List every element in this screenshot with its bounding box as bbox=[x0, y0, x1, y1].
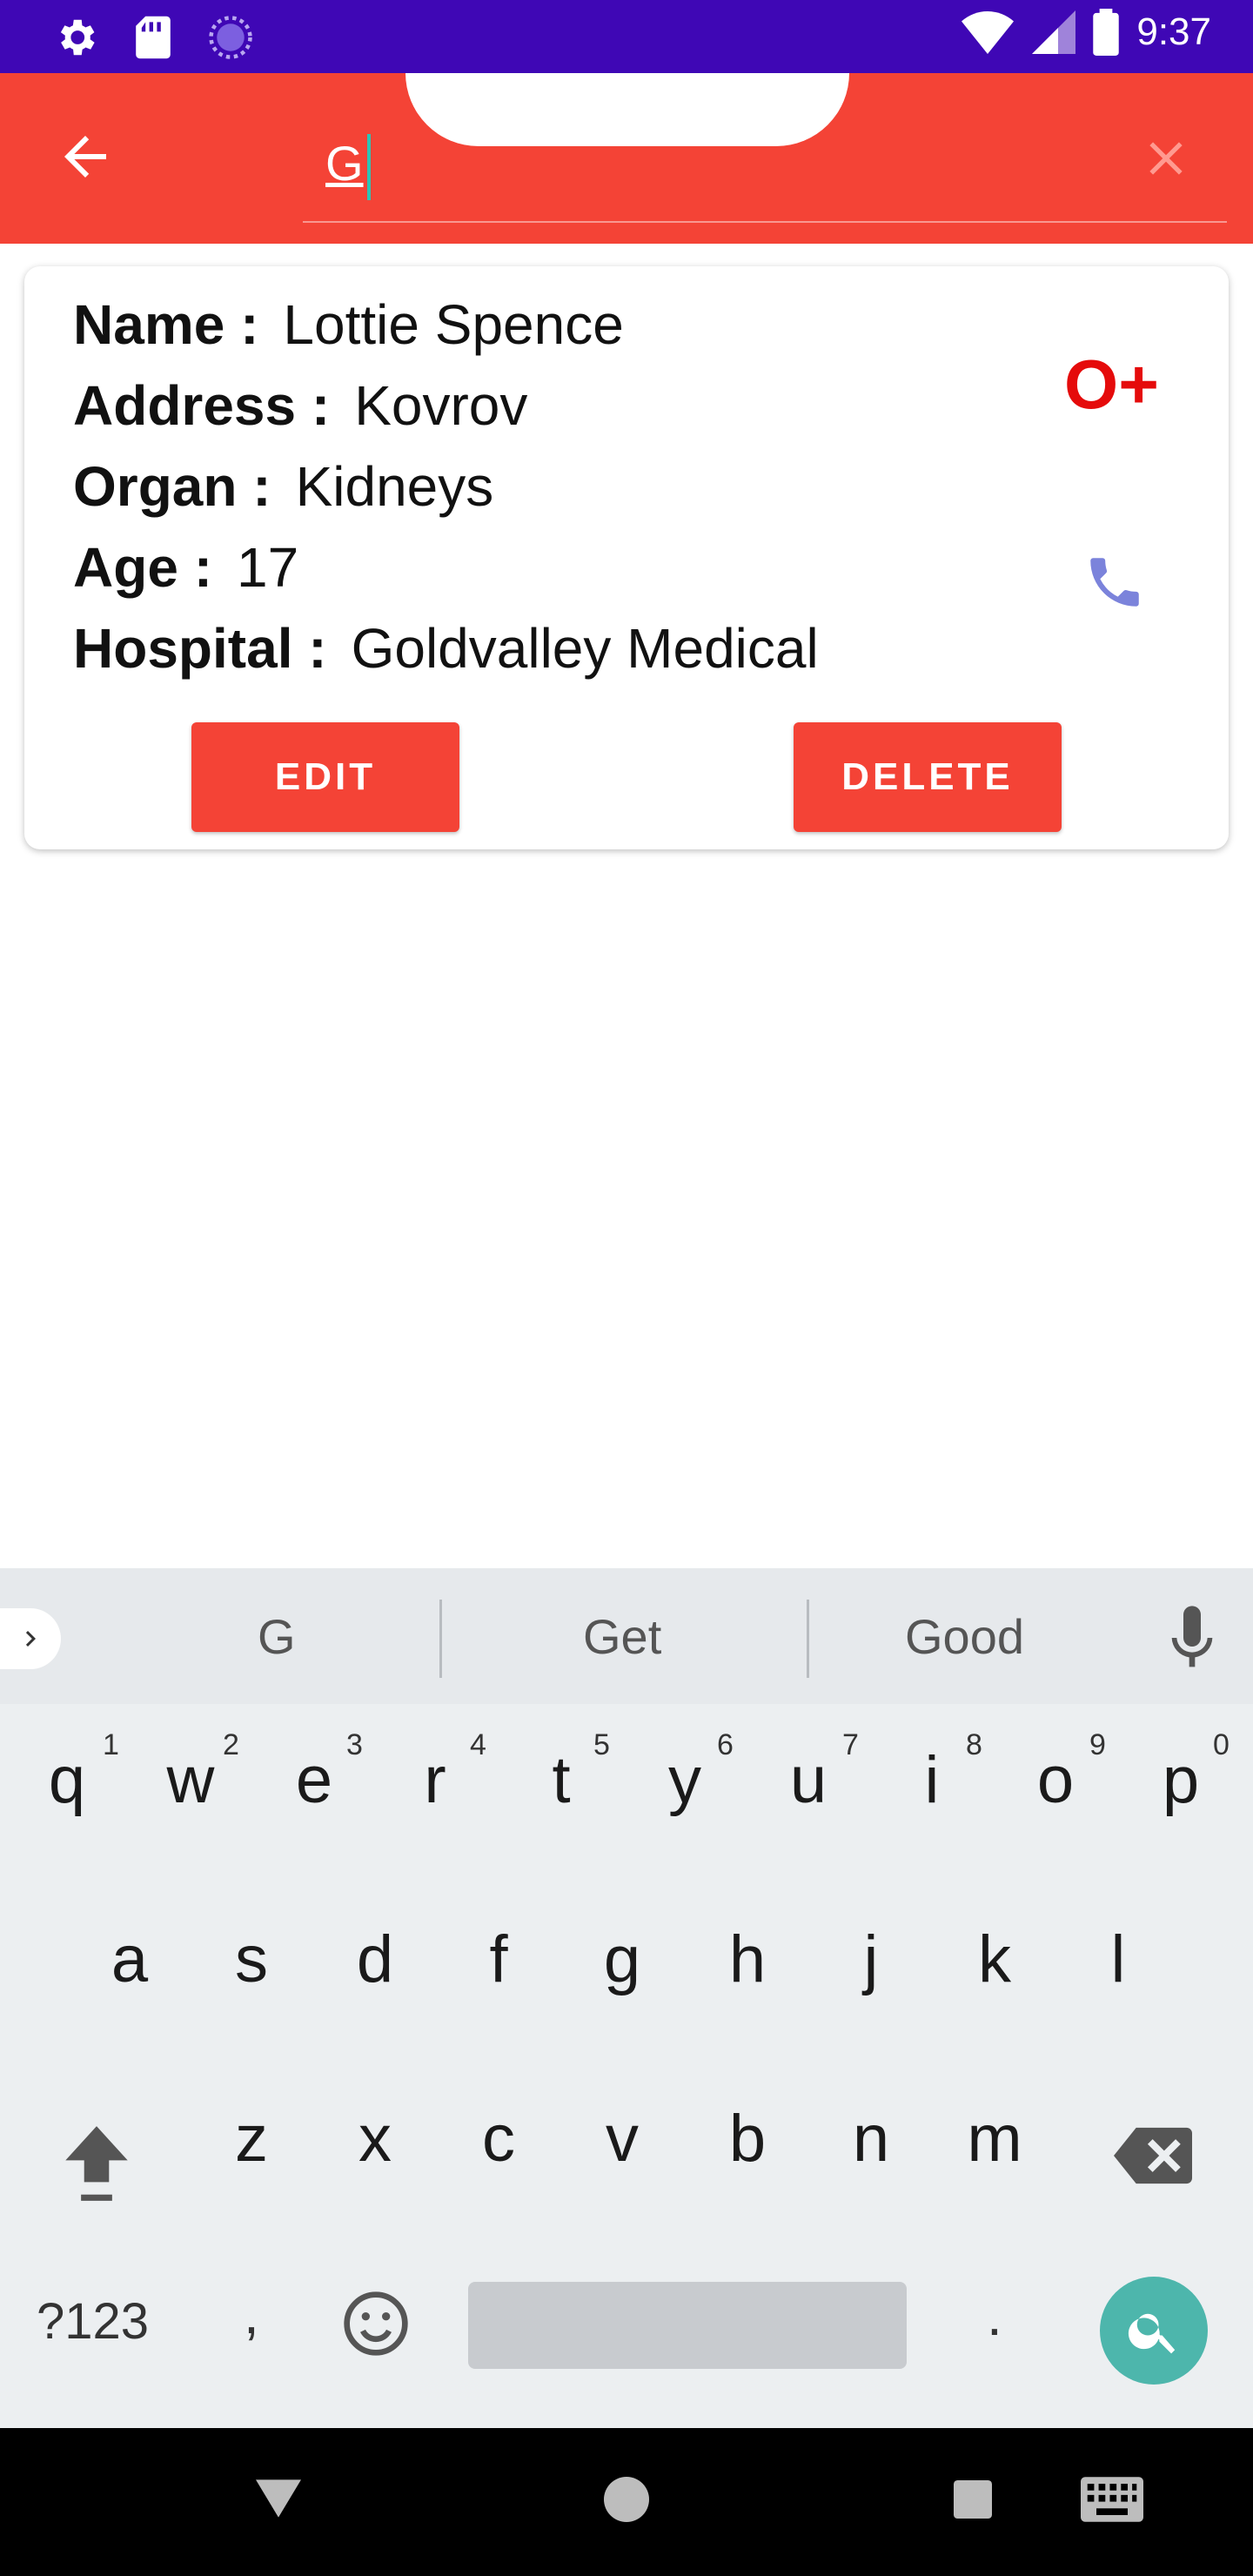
sync-icon bbox=[209, 16, 252, 59]
hospital-row: Hospital : Goldvalley Medical bbox=[73, 616, 819, 681]
arrow-left-icon[interactable] bbox=[54, 125, 117, 188]
emoji-icon[interactable] bbox=[341, 2289, 411, 2358]
key-hint: 7 bbox=[842, 1728, 859, 1761]
edit-button[interactable]: EDIT bbox=[191, 722, 459, 832]
key-hint: 5 bbox=[593, 1728, 610, 1761]
sd-card-icon bbox=[136, 16, 171, 59]
key-y[interactable]: y bbox=[646, 1742, 724, 1818]
key-hint: 4 bbox=[470, 1728, 486, 1761]
name-row: Name : Lottie Spence bbox=[73, 292, 624, 357]
shift-icon[interactable] bbox=[57, 2120, 136, 2207]
clock: 9:37 bbox=[1136, 10, 1211, 53]
period-key[interactable]: . bbox=[987, 2284, 1002, 2348]
settings-icon bbox=[60, 19, 95, 56]
key-m[interactable]: m bbox=[955, 2101, 1034, 2177]
organ-value: Kidneys bbox=[295, 455, 494, 518]
key-z[interactable]: z bbox=[212, 2101, 291, 2177]
signal-icon bbox=[1032, 10, 1076, 54]
suggestion-3[interactable]: Good bbox=[905, 1608, 1024, 1665]
age-label: Age : bbox=[73, 536, 212, 599]
key-t[interactable]: t bbox=[522, 1742, 600, 1818]
age-row: Age : 17 bbox=[73, 535, 298, 600]
keyboard-icon[interactable] bbox=[1081, 2477, 1143, 2522]
delete-button[interactable]: DELETE bbox=[794, 722, 1062, 832]
key-hint: 1 bbox=[103, 1728, 119, 1761]
phone-icon[interactable] bbox=[1082, 550, 1147, 614]
donor-card: Name : Lottie Spence Address : Kovrov Orga… bbox=[24, 266, 1229, 849]
wifi-icon bbox=[962, 11, 1015, 54]
key-x[interactable]: x bbox=[336, 2101, 414, 2177]
key-hint: 6 bbox=[717, 1728, 734, 1761]
backspace-icon[interactable] bbox=[1114, 2125, 1192, 2186]
battery-icon bbox=[1093, 9, 1120, 56]
system-nav-bar bbox=[0, 2428, 1253, 2576]
key-hint: 0 bbox=[1213, 1728, 1230, 1761]
key-h[interactable]: h bbox=[708, 1922, 787, 1997]
key-s[interactable]: s bbox=[212, 1922, 291, 1997]
key-e[interactable]: e bbox=[275, 1742, 353, 1818]
address-label: Address : bbox=[73, 374, 331, 437]
hospital-label: Hospital : bbox=[73, 617, 327, 680]
key-hint: 9 bbox=[1089, 1728, 1106, 1761]
search-key[interactable] bbox=[1100, 2277, 1208, 2385]
suggestion-strip: G Get Good bbox=[0, 1568, 1253, 1704]
hospital-value: Goldvalley Medical bbox=[351, 617, 819, 680]
search-icon bbox=[1128, 2313, 1176, 2354]
key-o[interactable]: o bbox=[1016, 1742, 1095, 1818]
space-bar[interactable] bbox=[468, 2282, 907, 2369]
soft-keyboard: G Get Good q w e r t y u i o p 1 2 3 4 5… bbox=[0, 1568, 1253, 2428]
key-v[interactable]: v bbox=[583, 2101, 661, 2177]
suggestion-1[interactable]: G bbox=[258, 1608, 296, 1665]
symbols-key[interactable]: ?123 bbox=[37, 2292, 149, 2351]
key-w[interactable]: w bbox=[151, 1742, 230, 1818]
key-hint: 8 bbox=[966, 1728, 982, 1761]
key-f[interactable]: f bbox=[459, 1922, 538, 1997]
key-g[interactable]: g bbox=[583, 1922, 661, 1997]
suggestion-divider bbox=[807, 1600, 809, 1678]
key-hint: 3 bbox=[346, 1728, 363, 1761]
home-circle-icon[interactable] bbox=[604, 2477, 649, 2522]
status-bar: 9:37 bbox=[0, 0, 1253, 73]
key-r[interactable]: r bbox=[396, 1742, 474, 1818]
key-p[interactable]: p bbox=[1142, 1742, 1220, 1818]
microphone-icon[interactable] bbox=[1166, 1603, 1218, 1673]
recents-square-icon[interactable] bbox=[954, 2480, 992, 2519]
key-hint: 2 bbox=[223, 1728, 239, 1761]
back-triangle-icon[interactable] bbox=[256, 2479, 301, 2519]
key-j[interactable]: j bbox=[832, 1922, 910, 1997]
text-caret bbox=[366, 134, 371, 200]
key-q[interactable]: q bbox=[28, 1742, 106, 1818]
address-value: Kovrov bbox=[354, 374, 528, 437]
comma-key[interactable]: , bbox=[244, 2282, 259, 2346]
organ-row: Organ : Kidneys bbox=[73, 454, 493, 519]
name-value: Lottie Spence bbox=[283, 293, 624, 356]
key-c[interactable]: c bbox=[459, 2101, 538, 2177]
key-u[interactable]: u bbox=[769, 1742, 848, 1818]
key-a[interactable]: a bbox=[90, 1922, 169, 1997]
organ-label: Organ : bbox=[73, 455, 271, 518]
camera-notch bbox=[405, 73, 849, 146]
age-value: 17 bbox=[237, 536, 299, 599]
key-l[interactable]: l bbox=[1079, 1922, 1157, 1997]
chevron-right-icon[interactable] bbox=[0, 1608, 61, 1669]
address-row: Address : Kovrov bbox=[73, 373, 527, 438]
suggestion-divider bbox=[439, 1600, 442, 1678]
key-d[interactable]: d bbox=[336, 1922, 414, 1997]
suggestion-2[interactable]: Get bbox=[583, 1608, 661, 1665]
search-text: G bbox=[325, 135, 364, 191]
blood-group-badge: O+ bbox=[1064, 345, 1159, 423]
key-i[interactable]: i bbox=[893, 1742, 971, 1818]
key-b[interactable]: b bbox=[708, 2101, 787, 2177]
key-n[interactable]: n bbox=[832, 2101, 910, 2177]
name-label: Name : bbox=[73, 293, 259, 356]
key-k[interactable]: k bbox=[955, 1922, 1034, 1997]
close-icon[interactable] bbox=[1138, 131, 1194, 186]
